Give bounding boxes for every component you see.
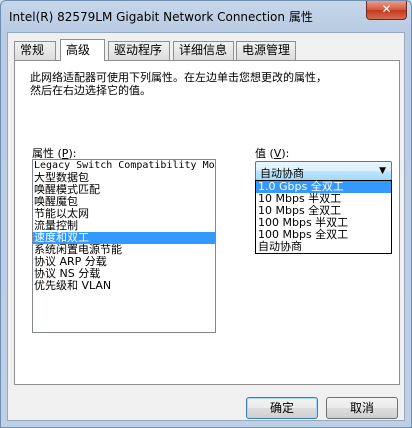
label-text: 值 ( <box>255 147 274 160</box>
properties-window: Intel(R) 82579LM Gigabit Network Connect… <box>0 0 412 428</box>
tab-general[interactable]: 常规 <box>14 41 56 60</box>
property-list-item[interactable]: 协议 NS 分载 <box>33 268 215 280</box>
ok-button[interactable]: 确定 <box>246 397 318 419</box>
window-title: Intel(R) 82579LM Gigabit Network Connect… <box>9 10 313 24</box>
advanced-panel: 此网络适配器可使用下列属性。在左边单击您想更改的属性， 然后在右边选择它的值。 … <box>14 60 400 385</box>
tab-label: 电源管理 <box>242 43 291 57</box>
value-dropdown-list[interactable]: 1.0 Gbps 全双工 10 Mbps 半双工 10 Mbps 全双工 100 Mb… <box>255 180 392 254</box>
cancel-button[interactable]: 取消 <box>326 397 398 419</box>
value-option[interactable]: 自动协商 <box>256 241 391 253</box>
tab-label: 详细信息 <box>179 43 228 57</box>
property-list-item[interactable]: 速度和双工 <box>33 232 215 244</box>
property-list-item[interactable]: 唤醒魔包 <box>33 196 215 208</box>
property-list-item[interactable]: 流量控制 <box>33 220 215 232</box>
chevron-down-icon: ▼ <box>379 166 386 176</box>
description-line: 然后在右边选择它的值。 <box>30 84 151 97</box>
tab-label: 高级 <box>66 43 91 57</box>
property-list-item[interactable]: 唤醒模式匹配 <box>33 184 215 196</box>
tab-label: 驱动程序 <box>114 43 163 57</box>
property-list-item[interactable]: Legacy Switch Compatibility Mo <box>33 160 215 172</box>
description-line: 此网络适配器可使用下列属性。在左边单击您想更改的属性， <box>30 71 327 84</box>
tab-driver[interactable]: 驱动程序 <box>108 41 170 60</box>
close-icon: ✕ <box>381 2 392 16</box>
value-combobox[interactable]: 自动协商 ▼ <box>255 161 392 181</box>
combo-selected-value: 自动协商 <box>260 167 304 180</box>
tab-details[interactable]: 详细信息 <box>173 41 234 60</box>
tab-label: 常规 <box>20 43 45 57</box>
dialog-client-area: 常规 高级 驱动程序 详细信息 电源管理 此网络适配器可使用下列属性。在左边单击… <box>7 32 405 421</box>
property-list-item[interactable]: 优先级和 VLAN <box>33 280 215 292</box>
tab-power-management[interactable]: 电源管理 <box>236 41 296 60</box>
panel-description: 此网络适配器可使用下列属性。在左边单击您想更改的属性， 然后在右边选择它的值。 <box>30 71 390 97</box>
tab-advanced[interactable]: 高级 <box>60 39 105 61</box>
property-list-item[interactable]: 大型数据包 <box>33 172 215 184</box>
property-list-item[interactable]: 节能以太网 <box>33 208 215 220</box>
property-list-item[interactable]: 协议 ARP 分载 <box>33 256 215 268</box>
label-text: ): <box>281 147 290 160</box>
property-list-item[interactable]: 系统闲置电源节能 <box>33 244 215 256</box>
value-label: 值 (V): <box>255 145 289 161</box>
close-button[interactable]: ✕ <box>366 1 407 20</box>
property-listbox[interactable]: Legacy Switch Compatibility Mo 大型数据包 唤醒模式匹… <box>32 159 216 333</box>
